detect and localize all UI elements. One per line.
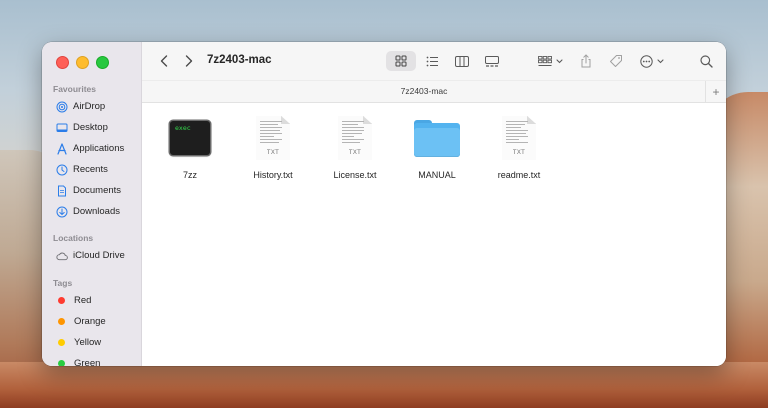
desktop-wallpaper-rock-bottom — [0, 362, 768, 408]
file-name: History.txt — [253, 170, 293, 180]
desktop-icon — [56, 122, 68, 134]
zoom-button[interactable] — [96, 56, 109, 69]
gallery-view-button[interactable] — [480, 51, 504, 71]
tag-color-dot — [58, 360, 65, 366]
exec-file-icon: exec — [166, 114, 214, 162]
main-content: 7z2403-mac 7z2403-mac + exec 7zz TXT His… — [142, 42, 726, 366]
tag-icon — [610, 55, 622, 67]
tags-button[interactable] — [606, 51, 626, 71]
sidebar-item-icloud-drive[interactable]: iCloud Drive — [42, 245, 141, 266]
sidebar-tag-red[interactable]: Red — [42, 290, 141, 311]
downloads-icon — [56, 206, 68, 218]
sidebar-item-label: Downloads — [73, 206, 120, 217]
icon-view-button[interactable] — [386, 51, 416, 71]
gallery-icon — [485, 55, 499, 67]
sidebar-section-favourites: Favourites AirDrop Desktop Applications — [42, 82, 141, 222]
file-item-manual-folder[interactable]: MANUAL — [397, 114, 477, 180]
columns-icon — [455, 55, 469, 67]
sidebar-section-locations: Locations iCloud Drive — [42, 231, 141, 266]
sidebar-item-label: Green — [74, 358, 101, 366]
chevron-left-icon — [160, 55, 168, 67]
column-view-button[interactable] — [450, 51, 474, 71]
sidebar-item-downloads[interactable]: Downloads — [42, 201, 141, 222]
sidebar: Favourites AirDrop Desktop Applications — [42, 42, 142, 366]
ellipsis-circle-icon — [640, 54, 653, 68]
sidebar-heading: Favourites — [53, 84, 96, 94]
tag-color-dot — [58, 318, 65, 325]
sidebar-item-label: Documents — [73, 185, 122, 196]
list-icon — [426, 56, 438, 66]
forward-button[interactable] — [181, 52, 197, 70]
sidebar-item-documents[interactable]: Documents — [42, 180, 141, 201]
plus-icon: + — [712, 84, 720, 99]
sidebar-item-desktop[interactable]: Desktop — [42, 117, 141, 138]
sidebar-item-applications[interactable]: Applications — [42, 138, 141, 159]
file-item-readme-txt[interactable]: TXT readme.txt — [479, 114, 559, 180]
sidebar-item-label: iCloud Drive — [73, 250, 125, 261]
search-button[interactable] — [697, 51, 715, 71]
sidebar-heading: Tags — [53, 278, 73, 288]
sidebar-item-label: Desktop — [73, 122, 108, 133]
sidebar-heading: Locations — [53, 233, 94, 243]
documents-icon — [56, 185, 68, 197]
sidebar-tag-orange[interactable]: Orange — [42, 311, 141, 332]
tag-color-dot — [58, 339, 65, 346]
chevron-down-icon — [555, 58, 563, 63]
window-controls — [56, 56, 109, 69]
text-document-icon: TXT — [495, 114, 543, 162]
sidebar-item-label: Yellow — [74, 337, 102, 348]
finder-window: Favourites AirDrop Desktop Applications — [42, 42, 726, 366]
file-name: 7zz — [182, 170, 197, 180]
search-icon — [699, 54, 713, 68]
list-view-button[interactable] — [420, 51, 444, 71]
close-button[interactable] — [56, 56, 69, 69]
sidebar-tag-green[interactable]: Green — [42, 353, 141, 366]
icloud-icon — [56, 250, 68, 262]
file-grid: exec 7zz TXT History.txt TXT License.txt… — [142, 102, 726, 366]
sidebar-item-airdrop[interactable]: AirDrop — [42, 96, 141, 117]
group-by-button[interactable] — [535, 51, 565, 71]
more-actions-button[interactable] — [637, 51, 667, 71]
share-icon — [581, 54, 591, 68]
applications-icon — [56, 142, 68, 155]
sidebar-item-recents[interactable]: Recents — [42, 159, 141, 180]
grid-icon — [395, 55, 407, 67]
sidebar-item-label: Applications — [73, 143, 125, 154]
folder-icon — [413, 114, 461, 162]
recents-icon — [56, 164, 68, 176]
sidebar-item-label: Red — [74, 295, 92, 306]
exec-label: exec — [175, 124, 191, 132]
sidebar-item-label: AirDrop — [73, 101, 106, 112]
back-button[interactable] — [156, 52, 172, 70]
tab-bar: 7z2403-mac + — [142, 80, 726, 103]
toolbar: 7z2403-mac — [142, 42, 726, 80]
file-type-label: TXT — [266, 150, 280, 156]
file-name: readme.txt — [497, 170, 541, 180]
file-item-license-txt[interactable]: TXT License.txt — [315, 114, 395, 180]
airdrop-icon — [56, 101, 68, 113]
file-item-history-txt[interactable]: TXT History.txt — [233, 114, 313, 180]
file-item-7zz[interactable]: exec 7zz — [150, 114, 230, 180]
text-document-icon: TXT — [249, 114, 297, 162]
file-type-label: TXT — [348, 150, 362, 156]
tag-color-dot — [58, 297, 65, 304]
current-tab-title[interactable]: 7z2403-mac — [142, 86, 706, 96]
chevron-right-icon — [185, 55, 193, 67]
sidebar-tag-yellow[interactable]: Yellow — [42, 332, 141, 353]
text-document-icon: TXT — [331, 114, 379, 162]
sidebar-item-label: Orange — [74, 316, 106, 327]
file-name: License.txt — [333, 170, 377, 180]
file-type-label: TXT — [512, 150, 526, 156]
file-name: MANUAL — [418, 170, 456, 180]
sidebar-item-label: Recents — [73, 164, 108, 175]
group-grid-icon — [537, 55, 552, 66]
share-button[interactable] — [576, 51, 596, 71]
minimize-button[interactable] — [76, 56, 89, 69]
new-tab-button[interactable]: + — [705, 81, 726, 102]
window-title: 7z2403-mac — [207, 54, 272, 66]
sidebar-section-tags: Tags Red Orange Yellow Green — [42, 276, 141, 366]
chevron-down-icon — [657, 58, 664, 63]
